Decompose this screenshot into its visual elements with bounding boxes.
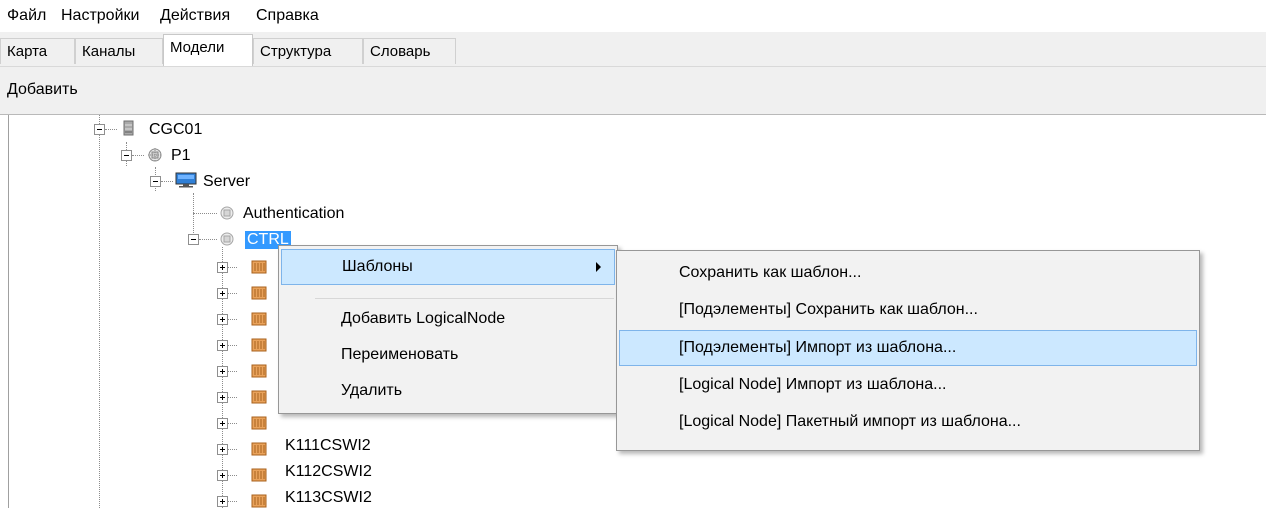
logical-node-icon [251, 260, 267, 274]
menu-item-delete[interactable]: Удалить [281, 374, 615, 410]
gear-cube-icon [220, 232, 234, 246]
tree-connector [199, 239, 217, 240]
menu-item-logicalnode-batch-import[interactable]: [Logical Node] Пакетный импорт из шаблон… [619, 405, 1197, 441]
gear-cube-icon [148, 148, 162, 162]
toolbar: Добавить [0, 67, 1266, 115]
menu-item-label: Шаблоны [342, 258, 413, 275]
tree-connector [161, 181, 173, 182]
menu-actions[interactable]: Действия [160, 7, 230, 25]
logical-node-icon [251, 468, 267, 482]
tree-connector [105, 129, 117, 130]
expand-toggle[interactable] [217, 444, 228, 455]
tree-connector [228, 293, 237, 294]
expand-toggle[interactable] [217, 288, 228, 299]
menu-item-rename[interactable]: Переименовать [281, 338, 615, 374]
tree-connector [193, 213, 217, 214]
logical-node-icon [251, 338, 267, 352]
menu-item-templates[interactable]: Шаблоны [281, 249, 615, 285]
menu-item-label: Сохранить как шаблон... [679, 264, 862, 281]
expand-toggle[interactable] [217, 340, 228, 351]
logical-node-icon [251, 494, 267, 508]
menu-item-label: Переименовать [341, 346, 459, 363]
server-rack-icon [123, 120, 134, 136]
menu-item-label: [Подэлементы] Сохранить как шаблон... [679, 301, 978, 318]
collapse-toggle[interactable] [94, 124, 105, 135]
templates-submenu: Сохранить как шаблон... [Подэлементы] Со… [616, 250, 1200, 451]
expand-toggle[interactable] [217, 470, 228, 481]
menu-separator [315, 298, 614, 299]
expand-toggle[interactable] [217, 262, 228, 273]
menu-bar: Файл Настройки Действия Справка [0, 0, 1266, 32]
menu-help[interactable]: Справка [256, 7, 319, 25]
monitor-icon [175, 172, 197, 188]
collapse-toggle[interactable] [188, 234, 199, 245]
menu-item-label: [Logical Node] Импорт из шаблона... [679, 376, 947, 393]
tab-structure[interactable]: Структура [253, 38, 363, 64]
expand-toggle[interactable] [217, 496, 228, 507]
logical-node-icon [251, 442, 267, 456]
tree-connector [228, 449, 237, 450]
tree-connector [228, 345, 237, 346]
logical-node-icon [251, 312, 267, 326]
tree-connector [228, 501, 237, 502]
tree-node-label[interactable]: K113CSWI2 [283, 489, 374, 507]
tab-map[interactable]: Карта [0, 38, 75, 64]
menu-item-label: [Подэлементы] Импорт из шаблона... [679, 339, 957, 356]
menu-item-save-as-template[interactable]: Сохранить как шаблон... [619, 255, 1197, 291]
menu-item-label: [Logical Node] Пакетный импорт из шаблон… [679, 413, 1021, 430]
menu-item-subelements-import-template[interactable]: [Подэлементы] Импорт из шаблона... [619, 330, 1197, 366]
tree-connector [228, 319, 237, 320]
tab-dictionary[interactable]: Словарь [363, 38, 456, 64]
collapse-toggle[interactable] [150, 176, 161, 187]
tree-connector [228, 371, 237, 372]
menu-settings[interactable]: Настройки [61, 7, 139, 25]
context-menu: Шаблоны Добавить LogicalNode Переименова… [278, 245, 618, 414]
menu-item-label: Удалить [341, 382, 403, 399]
logical-node-icon [251, 416, 267, 430]
tree-node-label[interactable]: K111CSWI2 [283, 437, 373, 455]
expand-toggle[interactable] [217, 366, 228, 377]
tab-models[interactable]: Модели [163, 34, 253, 66]
tree-connector [228, 397, 237, 398]
tab-channels[interactable]: Каналы [75, 38, 163, 64]
tree-node-label[interactable]: Authentication [241, 205, 346, 223]
logical-node-icon [251, 286, 267, 300]
expand-toggle[interactable] [217, 392, 228, 403]
gear-cube-icon [220, 206, 234, 220]
menu-item-label: Добавить LogicalNode [341, 310, 506, 327]
add-button[interactable]: Добавить [7, 81, 78, 99]
tree-connector [228, 423, 237, 424]
tree-node-label[interactable]: CGC01 [147, 121, 204, 139]
tree-connector [228, 475, 237, 476]
expand-toggle[interactable] [217, 314, 228, 325]
logical-node-icon [251, 390, 267, 404]
tab-strip: Карта Каналы Модели Структура Словарь [0, 32, 1266, 67]
tree-guide-line [222, 247, 223, 508]
menu-item-add-logicalnode[interactable]: Добавить LogicalNode [281, 302, 615, 338]
tree-connector [228, 267, 237, 268]
collapse-toggle[interactable] [121, 150, 132, 161]
menu-item-logicalnode-import-template[interactable]: [Logical Node] Импорт из шаблона... [619, 368, 1197, 404]
tree-connector [132, 155, 144, 156]
menu-item-subelements-save-as-template[interactable]: [Подэлементы] Сохранить как шаблон... [619, 292, 1197, 328]
tree-node-label[interactable]: P1 [169, 147, 193, 165]
submenu-arrow-icon [596, 262, 601, 272]
tree-guide-line [99, 115, 100, 508]
menu-file[interactable]: Файл [7, 7, 46, 25]
tree-node-label[interactable]: K112CSWI2 [283, 463, 374, 481]
logical-node-icon [251, 364, 267, 378]
expand-toggle[interactable] [217, 418, 228, 429]
tree-node-label[interactable]: Server [201, 173, 252, 191]
